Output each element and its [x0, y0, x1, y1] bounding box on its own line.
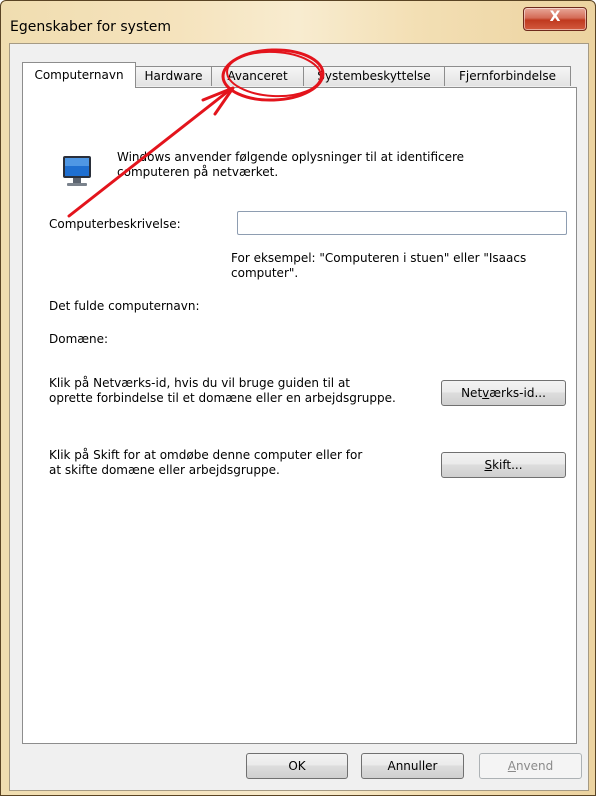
- network-id-button[interactable]: Netværks-id...: [441, 380, 566, 406]
- title-bar[interactable]: Egenskaber for system X: [1, 1, 595, 41]
- ok-label: OK: [288, 759, 306, 773]
- change-text-line2: at skifte domæne eller arbejdsgruppe.: [49, 463, 280, 477]
- tab-label: Avanceret: [227, 69, 288, 83]
- apply-button[interactable]: Anvend: [479, 753, 582, 779]
- dialog-body: Computernavn Hardware Avanceret Systembe…: [9, 43, 589, 791]
- intro-text-line2: computeren på netværket.: [117, 165, 279, 179]
- change-text-line1: Klik på Skift for at omdøbe denne comput…: [49, 448, 363, 462]
- window-title: Egenskaber for system: [10, 19, 171, 35]
- tab-label: Systembeskyttelse: [317, 69, 431, 83]
- tab-strip: Computernavn Hardware Avanceret Systembe…: [22, 62, 582, 88]
- close-icon: X: [549, 9, 561, 25]
- change-button[interactable]: Skift...: [441, 452, 566, 478]
- tab-systembeskyttelse[interactable]: Systembeskyttelse: [303, 66, 445, 86]
- cancel-label: Annuller: [387, 759, 438, 773]
- cancel-button[interactable]: Annuller: [361, 753, 464, 779]
- example-text-line2: computer".: [231, 266, 299, 280]
- tab-label: Computernavn: [34, 68, 124, 82]
- tab-hardware[interactable]: Hardware: [135, 66, 212, 86]
- full-computer-name-label: Det fulde computernavn:: [49, 299, 200, 313]
- network-id-text-line2: oprette forbindelse til et domæne eller …: [49, 391, 396, 405]
- tab-label: Fjernforbindelse: [459, 69, 556, 83]
- tab-avanceret[interactable]: Avanceret: [211, 66, 304, 86]
- example-text-line1: For eksempel: "Computeren i stuen" eller…: [231, 251, 527, 265]
- network-id-text-line1: Klik på Netværks-id, hvis du vil bruge g…: [49, 376, 351, 390]
- tab-fjernforbindelse[interactable]: Fjernforbindelse: [444, 66, 571, 86]
- description-label: Computerbeskrivelse:: [49, 217, 181, 231]
- computer-monitor-icon: [63, 156, 91, 186]
- computer-description-input[interactable]: [237, 211, 567, 235]
- computer-name-panel: Windows anvender følgende oplysninger ti…: [22, 87, 577, 744]
- domain-label: Domæne:: [49, 332, 109, 346]
- close-button[interactable]: X: [523, 7, 587, 31]
- tab-label: Hardware: [144, 69, 203, 83]
- tab-computernavn[interactable]: Computernavn: [22, 62, 136, 88]
- system-properties-window: Egenskaber for system X Computernavn Har…: [0, 0, 596, 796]
- intro-text-line1: Windows anvender følgende oplysninger ti…: [117, 150, 465, 164]
- ok-button[interactable]: OK: [246, 753, 348, 779]
